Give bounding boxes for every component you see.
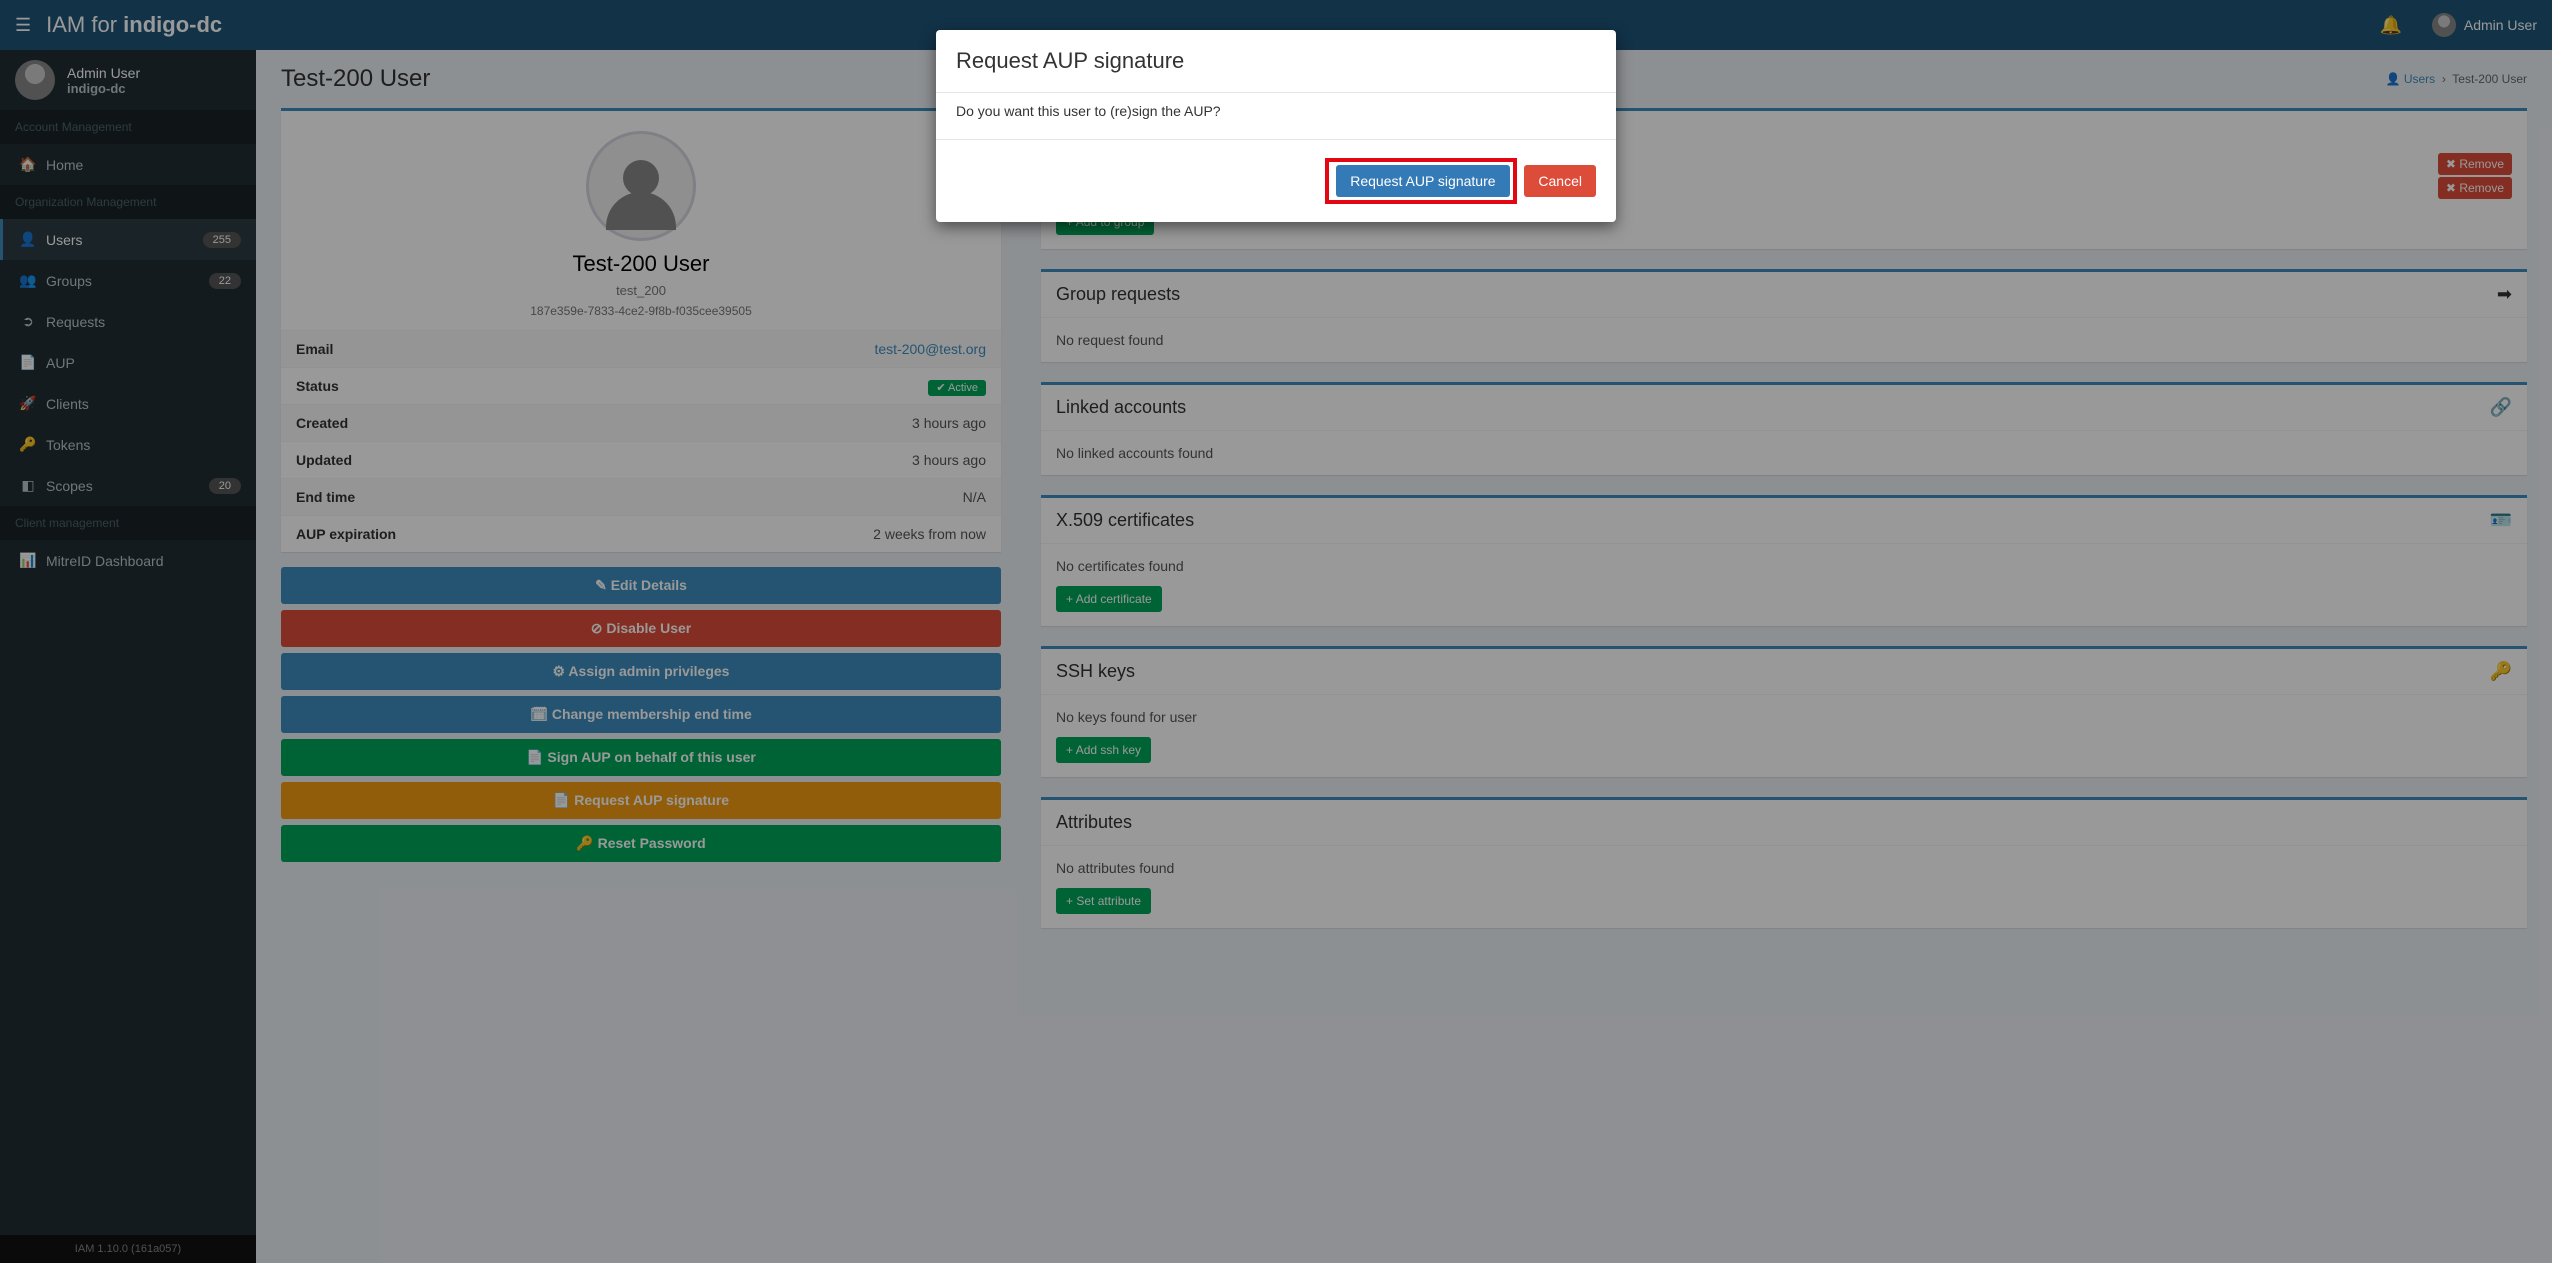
modal-request-aup: Request AUP signature Do you want this u… <box>936 30 1616 222</box>
modal-cancel-button[interactable]: Cancel <box>1524 165 1596 197</box>
highlighted-action: Request AUP signature <box>1325 158 1516 204</box>
modal-confirm-button[interactable]: Request AUP signature <box>1336 165 1509 197</box>
modal-body-text: Do you want this user to (re)sign the AU… <box>936 92 1616 140</box>
modal-title: Request AUP signature <box>956 48 1596 74</box>
